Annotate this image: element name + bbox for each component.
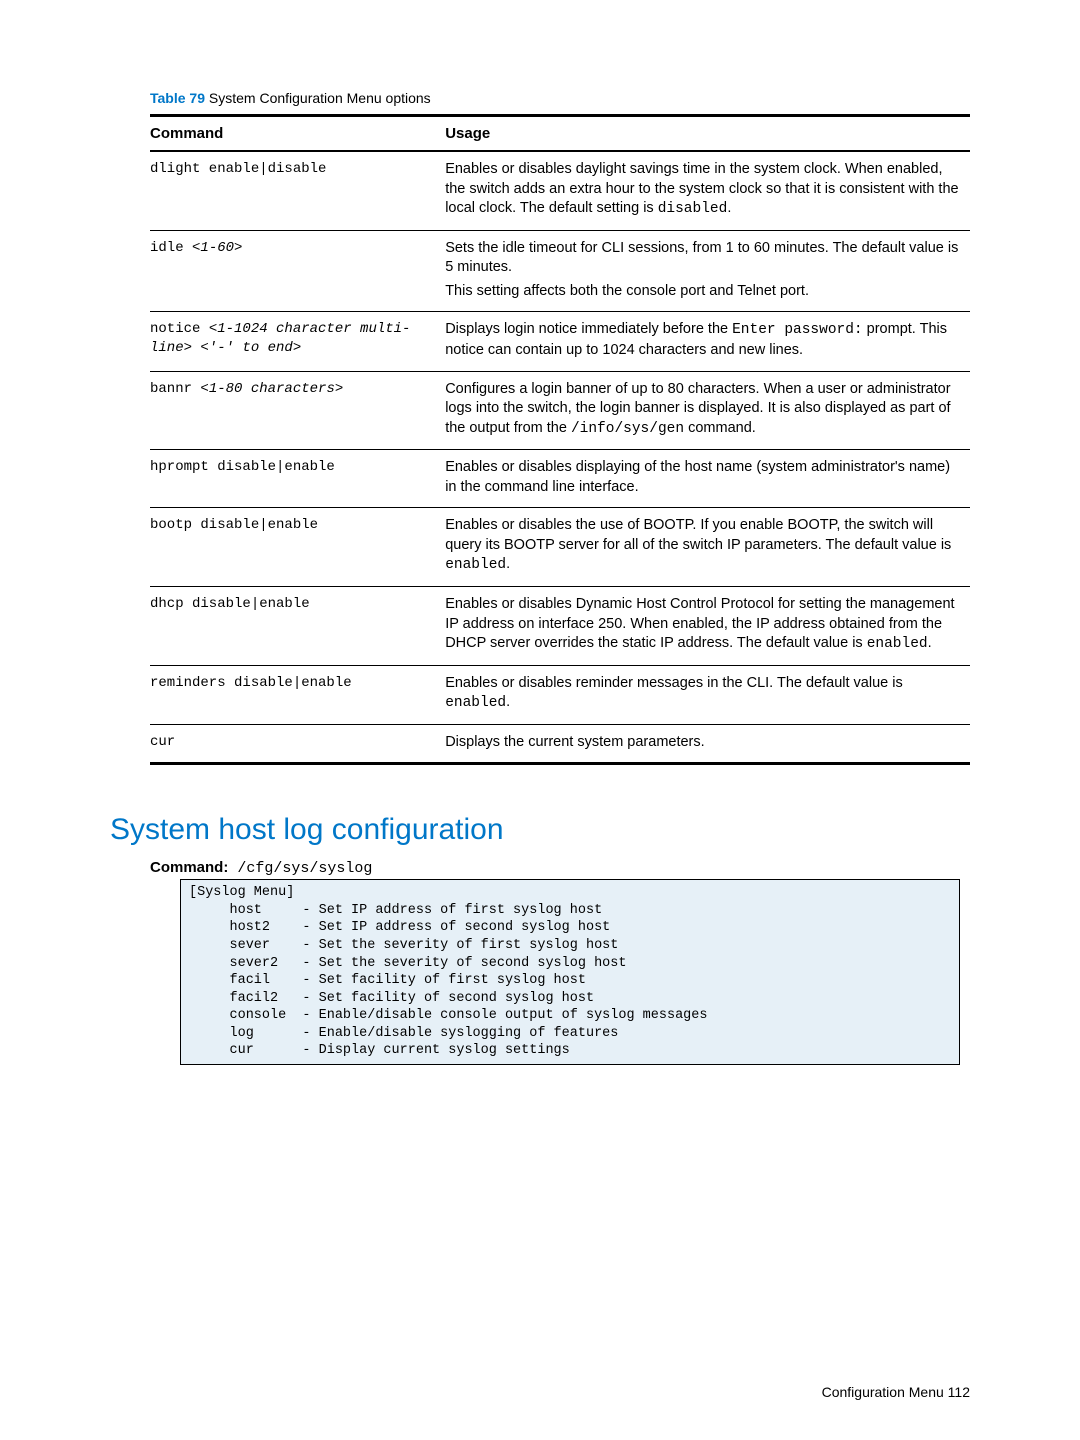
command-line: Command: /cfg/sys/syslog <box>150 859 970 877</box>
command-cell: dlight enable|disable <box>150 151 445 230</box>
command-cell: notice <1-1024 character multi-line> <'-… <box>150 312 445 371</box>
command-cell: bootp disable|enable <box>150 508 445 587</box>
usage-cell: Sets the idle timeout for CLI sessions, … <box>445 230 970 312</box>
table-caption-label: Table 79 <box>150 90 205 106</box>
command-cell: bannr <1-80 characters> <box>150 371 445 450</box>
usage-cell: Enables or disables displaying of the ho… <box>445 450 970 508</box>
usage-text: Displays the current system parameters. <box>445 733 960 753</box>
command-cell: hprompt disable|enable <box>150 450 445 508</box>
usage-text: Displays login notice immediately before… <box>445 320 960 360</box>
command-path: /cfg/sys/syslog <box>228 860 372 877</box>
usage-text: Enables or disables the use of BOOTP. If… <box>445 516 960 576</box>
table-row: dlight enable|disableEnables or disables… <box>150 151 970 230</box>
usage-cell: Enables or disables the use of BOOTP. If… <box>445 508 970 587</box>
usage-cell: Enables or disables daylight savings tim… <box>445 151 970 230</box>
table-caption-text: System Configuration Menu options <box>205 90 431 106</box>
table-row: notice <1-1024 character multi-line> <'-… <box>150 312 970 371</box>
table-caption: Table 79 System Configuration Menu optio… <box>150 90 970 106</box>
table-row: reminders disable|enableEnables or disab… <box>150 665 970 724</box>
usage-text: Enables or disables daylight savings tim… <box>445 160 960 220</box>
command-cell: idle <1-60> <box>150 230 445 312</box>
table-row: idle <1-60>Sets the idle timeout for CLI… <box>150 230 970 312</box>
usage-text: Enables or disables Dynamic Host Control… <box>445 595 960 655</box>
usage-text: Sets the idle timeout for CLI sessions, … <box>445 239 960 278</box>
table-header-usage: Usage <box>445 116 970 152</box>
usage-cell: Displays the current system parameters. <box>445 724 970 764</box>
usage-cell: Configures a login banner of up to 80 ch… <box>445 371 970 450</box>
table-row: hprompt disable|enableEnables or disable… <box>150 450 970 508</box>
table-row: dhcp disable|enableEnables or disables D… <box>150 587 970 666</box>
command-cell: dhcp disable|enable <box>150 587 445 666</box>
table-header-command: Command <box>150 116 445 152</box>
syslog-menu-codebox: [Syslog Menu] host - Set IP address of f… <box>180 879 960 1064</box>
command-cell: reminders disable|enable <box>150 665 445 724</box>
table-row: bannr <1-80 characters>Configures a logi… <box>150 371 970 450</box>
usage-cell: Enables or disables reminder messages in… <box>445 665 970 724</box>
usage-cell: Displays login notice immediately before… <box>445 312 970 371</box>
table-row: curDisplays the current system parameter… <box>150 724 970 764</box>
usage-text: This setting affects both the console po… <box>445 282 960 302</box>
section-heading: System host log configuration <box>110 813 970 847</box>
usage-cell: Enables or disables Dynamic Host Control… <box>445 587 970 666</box>
usage-text: Enables or disables displaying of the ho… <box>445 458 960 497</box>
usage-text: Enables or disables reminder messages in… <box>445 674 960 714</box>
command-label: Command: <box>150 859 228 876</box>
table-row: bootp disable|enableEnables or disables … <box>150 508 970 587</box>
page-footer: Configuration Menu 112 <box>822 1384 970 1400</box>
config-table: Command Usage dlight enable|disableEnabl… <box>150 114 970 765</box>
command-cell: cur <box>150 724 445 764</box>
usage-text: Configures a login banner of up to 80 ch… <box>445 380 960 440</box>
